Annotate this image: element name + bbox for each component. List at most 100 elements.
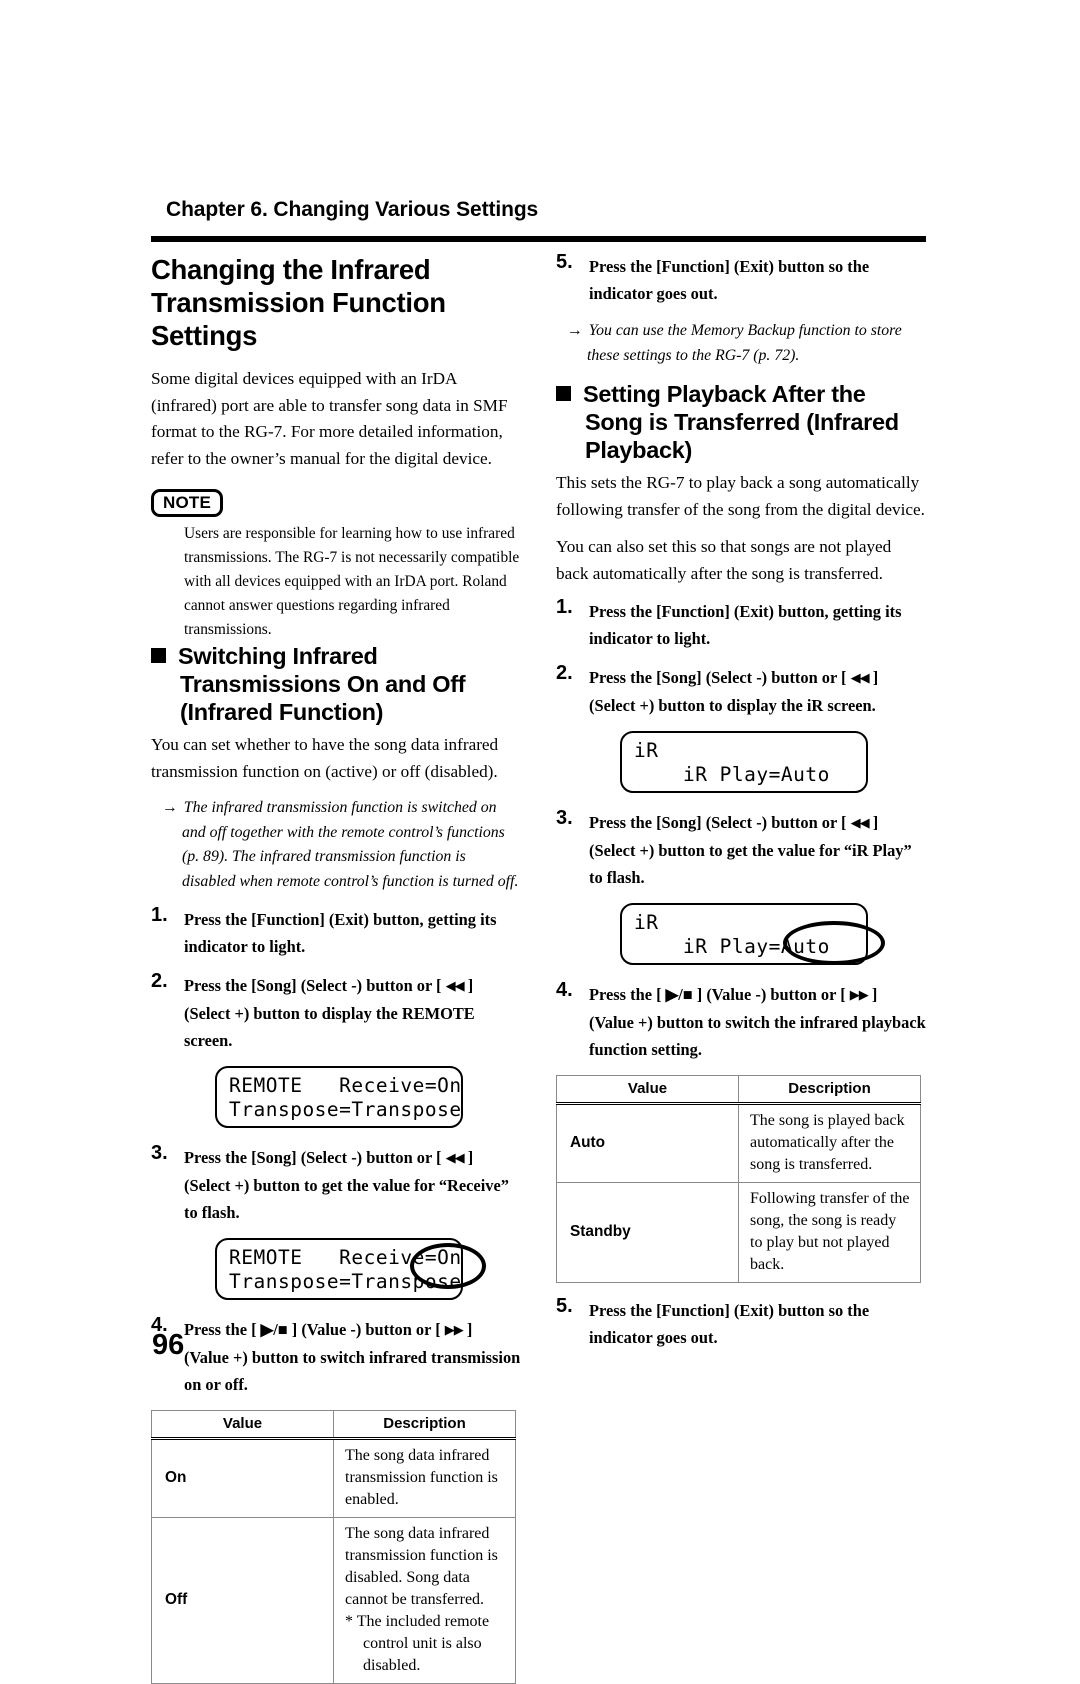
step-text: Press the [Song] (Select -) button or [ … (589, 813, 912, 887)
chapter-heading: Chapter 6. Changing Various Settings (166, 198, 539, 221)
table-cell-footnote: * The included remote control unit is al… (345, 1613, 490, 1674)
step-text-before: Press the [ ▶/■ ] (Value -) button or [ (184, 1320, 445, 1339)
table-cell-value: On (151, 1438, 334, 1518)
step-text: Press the [Song] (Select -) button or [ … (184, 976, 475, 1050)
next-track-icon: ▶▶ (849, 988, 869, 1003)
lcd-line-1: iR (634, 911, 659, 934)
step-text: Press the [Function] (Exit) button, gett… (589, 602, 901, 648)
section-intro-1: This sets the RG-7 to play back a song a… (556, 473, 925, 519)
step-5-bottom: 5. Press the [Function] (Exit) button so… (556, 1295, 926, 1351)
table-cell-description-text: The song data infrared transmission func… (345, 1525, 498, 1608)
table-header-description: Description (738, 1075, 921, 1105)
step-text: Press the [Function] (Exit) button, gett… (184, 910, 496, 956)
step-number: 3. (556, 807, 573, 829)
lcd-line-1: REMOTE Receive=On (229, 1246, 462, 1269)
lcd-ir-screen-highlight-wrapper: iR iR Play=Auto (620, 903, 885, 965)
table-cell-value: Standby (556, 1182, 739, 1283)
step-text-before: Press the [Song] (Select -) button or [ (184, 976, 446, 995)
lcd-line-2: Transpose=Transpose (229, 1098, 462, 1121)
section-heading-setting-playback: Setting Playback After the Song is Trans… (556, 380, 926, 464)
step-number: 1. (151, 904, 168, 926)
prev-track-icon: ◀◀ (445, 1151, 465, 1166)
right-column: 5. Press the [Function] (Exit) button so… (556, 251, 926, 1363)
arrow-icon: → (162, 799, 178, 816)
note-badge: NOTE (151, 489, 224, 517)
step-number: 3. (151, 1142, 168, 1164)
lcd-line-2: iR Play=Auto (634, 935, 830, 958)
table-header-row: Value Description (556, 1075, 921, 1105)
arrow-note-left: → The infrared transmission function is s… (151, 796, 521, 894)
step-text: Press the [Song] (Select -) button or [ … (589, 668, 878, 715)
lcd-remote-screen-wrapper: REMOTE Receive=On Transpose=Transpose (215, 1066, 463, 1128)
step-text-before: Press the [ ▶/■ ] (Value -) button or [ (589, 985, 850, 1004)
section-intro: You can set whether to have the song dat… (151, 735, 499, 781)
step-text-before: Press the [Song] (Select -) button or [ (184, 1148, 446, 1167)
value-description-table-right: Value Description Auto The song is playe… (556, 1075, 921, 1283)
table-row: Off The song data infrared transmission … (151, 1517, 516, 1684)
step-1: 1. Press the [Function] (Exit) button, g… (151, 904, 521, 960)
step-text-before: Press the [Function] (Exit) button, gett… (589, 602, 902, 648)
step-number: 2. (151, 970, 168, 992)
section-heading-switching-infrared: Switching Infrared Transmissions On and … (151, 642, 521, 726)
step-text: Press the [Function] (Exit) button so th… (589, 1301, 870, 1347)
table-cell-value: Auto (556, 1103, 739, 1183)
step-text-before: Press the [Song] (Select -) button or [ (589, 668, 851, 687)
value-description-table-left: Value Description On The song data infra… (151, 1410, 516, 1684)
table-row: On The song data infrared transmission f… (151, 1438, 516, 1518)
step-text: Press the [Function] (Exit) button so th… (589, 257, 870, 303)
lcd-line-2: Transpose=Transpose (229, 1270, 462, 1293)
arrow-note-right: → You can use the Memory Backup function … (556, 319, 926, 368)
header-divider (151, 236, 926, 242)
page-title: Changing the Infrared Transmission Funct… (151, 254, 446, 351)
step-4: 4. Press the [ ▶/■ ] (Value -) button or… (556, 979, 926, 1063)
step-number: 5. (556, 1295, 573, 1317)
table-cell-description: The song data infrared transmission func… (333, 1517, 516, 1684)
step-text: Press the [ ▶/■ ] (Value -) button or [ … (589, 985, 926, 1059)
lcd-remote-screen-highlight: REMOTE Receive=On Transpose=Transpose (215, 1238, 463, 1300)
left-column: Changing the Infrared Transmission Funct… (151, 253, 521, 1684)
square-bullet-icon (151, 648, 166, 663)
page-number: 96 (152, 1329, 185, 1361)
lcd-line-2: iR Play=Auto (634, 763, 830, 786)
table-cell-description: The song data infrared transmission func… (333, 1438, 516, 1518)
lcd-ir-screen-highlight: iR iR Play=Auto (620, 903, 868, 965)
prev-track-icon: ◀◀ (850, 671, 870, 686)
step-3: 3. Press the [Song] (Select -) button or… (151, 1142, 521, 1226)
table-header-value: Value (151, 1410, 334, 1440)
table-header-value: Value (556, 1075, 739, 1105)
step-text-before: Press the [Song] (Select -) button or [ (589, 813, 851, 832)
table-header-row: Value Description (151, 1410, 516, 1440)
arrow-icon: → (567, 322, 583, 339)
square-bullet-icon (556, 386, 571, 401)
table-cell-value: Off (151, 1517, 334, 1684)
table-cell-description: The song is played back automatically af… (738, 1103, 921, 1183)
table-header-description: Description (333, 1410, 516, 1440)
step-number: 1. (556, 596, 573, 618)
step-text-before: Press the [Function] (Exit) button, gett… (184, 910, 497, 956)
step-number: 5. (556, 251, 573, 273)
section-heading-label: Switching Infrared Transmissions On and … (178, 643, 466, 725)
step-number: 2. (556, 662, 573, 684)
table-row: Auto The song is played back automatical… (556, 1103, 921, 1183)
step-4: 4. Press the [ ▶/■ ] (Value -) button or… (151, 1314, 521, 1398)
step-number: 4. (556, 979, 573, 1001)
table-row: Standby Following transfer of the song, … (556, 1182, 921, 1283)
step-1: 1. Press the [Function] (Exit) button, g… (556, 596, 926, 652)
manual-page: Chapter 6. Changing Various Settings Cha… (0, 0, 1080, 1684)
prev-track-icon: ◀◀ (850, 816, 870, 831)
arrow-note-text: You can use the Memory Backup function t… (587, 322, 902, 364)
next-track-icon: ▶▶ (444, 1323, 464, 1338)
lcd-ir-screen: iR iR Play=Auto (620, 731, 868, 793)
note-text: Users are responsible for learning how t… (184, 525, 520, 638)
lcd-ir-screen-wrapper: iR iR Play=Auto (620, 731, 868, 793)
step-5-top: 5. Press the [Function] (Exit) button so… (556, 251, 926, 307)
lcd-remote-screen-highlight-wrapper: REMOTE Receive=On Transpose=Transpose (215, 1238, 486, 1300)
step-2: 2. Press the [Song] (Select -) button or… (151, 970, 521, 1054)
arrow-note-text: The infrared transmission function is sw… (182, 799, 519, 890)
step-text: Press the [Song] (Select -) button or [ … (184, 1148, 509, 1222)
intro-paragraph: Some digital devices equipped with an Ir… (151, 369, 508, 468)
lcd-line-1: iR (634, 739, 659, 762)
section-heading-label: Setting Playback After the Song is Trans… (583, 381, 899, 463)
step-text: Press the [ ▶/■ ] (Value -) button or [ … (184, 1320, 520, 1394)
lcd-remote-screen: REMOTE Receive=On Transpose=Transpose (215, 1066, 463, 1128)
